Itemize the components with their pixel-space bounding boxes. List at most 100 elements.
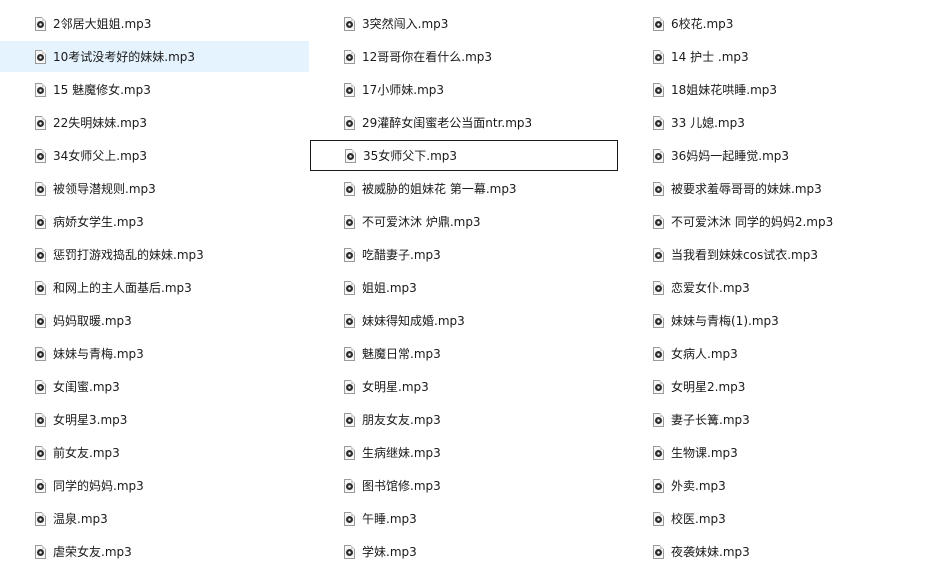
- file-item[interactable]: 温泉.mp3: [0, 503, 309, 534]
- file-name: 妹妹得知成婚.mp3: [362, 313, 465, 328]
- file-item[interactable]: 15 魅魔修女.mp3: [0, 74, 309, 105]
- file-name: 17小师妹.mp3: [362, 82, 445, 97]
- audio-file-icon: [653, 313, 664, 328]
- file-item[interactable]: 不可爱沐沐 同学的妈妈2.mp3: [618, 206, 937, 237]
- file-item[interactable]: 生物课.mp3: [618, 437, 937, 468]
- file-item[interactable]: 外卖.mp3: [618, 470, 937, 501]
- audio-file-icon: [344, 511, 355, 526]
- audio-file-icon: [344, 280, 355, 295]
- audio-file-icon: [344, 346, 355, 361]
- audio-file-icon: [35, 346, 46, 361]
- file-item[interactable]: 图书馆修.mp3: [309, 470, 618, 501]
- audio-file-icon: [35, 511, 46, 526]
- file-name: 夜袭妹妹.mp3: [671, 544, 750, 559]
- file-list: 2邻居大姐姐.mp3 3突然闯入.mp3 6校花.mp3 10考试没考好的妹妹.mp3…: [0, 7, 937, 568]
- file-item[interactable]: 女闺蜜.mp3: [0, 371, 309, 402]
- file-item[interactable]: 不可爱沐沐 炉鼎.mp3: [309, 206, 618, 237]
- file-item[interactable]: 女明星3.mp3: [0, 404, 309, 435]
- file-item[interactable]: 35女师父下.mp3: [310, 140, 618, 171]
- audio-file-icon: [35, 214, 46, 229]
- file-name: 33 儿媳.mp3: [671, 115, 745, 130]
- audio-file-icon: [35, 115, 46, 130]
- file-item[interactable]: 病娇女学生.mp3: [0, 206, 309, 237]
- file-item[interactable]: 女明星2.mp3: [618, 371, 937, 402]
- file-name: 恋爱女仆.mp3: [671, 280, 750, 295]
- file-item[interactable]: 妻子长篝.mp3: [618, 404, 937, 435]
- audio-file-icon: [35, 148, 46, 163]
- file-item[interactable]: 前女友.mp3: [0, 437, 309, 468]
- audio-file-icon: [35, 280, 46, 295]
- file-item[interactable]: 校医.mp3: [618, 503, 937, 534]
- file-name: 10考试没考好的妹妹.mp3: [53, 49, 196, 64]
- file-name: 妹妹与青梅(1).mp3: [671, 313, 779, 328]
- file-item[interactable]: 姐姐.mp3: [309, 272, 618, 303]
- file-name: 惩罚打游戏捣乱的妹妹.mp3: [53, 247, 204, 262]
- file-item[interactable]: 女病人.mp3: [618, 338, 937, 369]
- file-item[interactable]: 恋爱女仆.mp3: [618, 272, 937, 303]
- file-item[interactable]: 10考试没考好的妹妹.mp3: [0, 41, 309, 72]
- file-name: 6校花.mp3: [671, 16, 734, 31]
- audio-file-icon: [35, 247, 46, 262]
- file-item[interactable]: 34女师父上.mp3: [0, 140, 309, 171]
- file-item[interactable]: 女明星.mp3: [309, 371, 618, 402]
- audio-file-icon: [653, 379, 664, 394]
- file-item[interactable]: 当我看到妹妹cos试衣.mp3: [618, 239, 937, 270]
- file-item[interactable]: 魅魔日常.mp3: [309, 338, 618, 369]
- file-item[interactable]: 虐荣女友.mp3: [0, 536, 309, 567]
- file-name: 36妈妈一起睡觉.mp3: [671, 148, 790, 163]
- file-name: 女明星3.mp3: [53, 412, 128, 427]
- file-item[interactable]: 22失明妹妹.mp3: [0, 107, 309, 138]
- file-item[interactable]: 惩罚打游戏捣乱的妹妹.mp3: [0, 239, 309, 270]
- file-name: 朋友女友.mp3: [362, 412, 441, 427]
- file-name: 当我看到妹妹cos试衣.mp3: [671, 247, 818, 262]
- file-item[interactable]: 同学的妈妈.mp3: [0, 470, 309, 501]
- audio-file-icon: [653, 280, 664, 295]
- file-item[interactable]: 生病继妹.mp3: [309, 437, 618, 468]
- audio-file-icon: [344, 247, 355, 262]
- file-name: 病娇女学生.mp3: [53, 214, 144, 229]
- audio-file-icon: [344, 181, 355, 196]
- file-item[interactable]: 午睡.mp3: [309, 503, 618, 534]
- file-name: 女病人.mp3: [671, 346, 738, 361]
- file-name: 妹妹与青梅.mp3: [53, 346, 144, 361]
- file-item[interactable]: 妹妹得知成婚.mp3: [309, 305, 618, 336]
- file-item[interactable]: 和网上的主人面基后.mp3: [0, 272, 309, 303]
- audio-file-icon: [35, 82, 46, 97]
- audio-file-icon: [344, 379, 355, 394]
- file-item[interactable]: 被威胁的姐妹花 第一幕.mp3: [309, 173, 618, 204]
- file-name: 温泉.mp3: [53, 511, 108, 526]
- file-item[interactable]: 3突然闯入.mp3: [309, 8, 618, 39]
- file-item[interactable]: 18姐妹花哄睡.mp3: [618, 74, 937, 105]
- file-name: 图书馆修.mp3: [362, 478, 441, 493]
- file-item[interactable]: 36妈妈一起睡觉.mp3: [618, 140, 937, 171]
- file-item[interactable]: 妈妈取暖.mp3: [0, 305, 309, 336]
- file-name: 同学的妈妈.mp3: [53, 478, 144, 493]
- audio-file-icon: [344, 49, 355, 64]
- file-item[interactable]: 朋友女友.mp3: [309, 404, 618, 435]
- file-item[interactable]: 吃醋妻子.mp3: [309, 239, 618, 270]
- file-item[interactable]: 妹妹与青梅(1).mp3: [618, 305, 937, 336]
- file-item[interactable]: 被要求羞辱哥哥的妹妹.mp3: [618, 173, 937, 204]
- file-item[interactable]: 夜袭妹妹.mp3: [618, 536, 937, 567]
- file-item[interactable]: 被领导潜规则.mp3: [0, 173, 309, 204]
- file-name: 女闺蜜.mp3: [53, 379, 120, 394]
- file-name: 生物课.mp3: [671, 445, 738, 460]
- file-name: 前女友.mp3: [53, 445, 120, 460]
- file-name: 3突然闯入.mp3: [362, 16, 449, 31]
- file-item[interactable]: 33 儿媳.mp3: [618, 107, 937, 138]
- file-item[interactable]: 17小师妹.mp3: [309, 74, 618, 105]
- audio-file-icon: [653, 148, 664, 163]
- file-name: 女明星2.mp3: [671, 379, 746, 394]
- file-item[interactable]: 12哥哥你在看什么.mp3: [309, 41, 618, 72]
- file-item[interactable]: 14 护士 .mp3: [618, 41, 937, 72]
- file-item[interactable]: 妹妹与青梅.mp3: [0, 338, 309, 369]
- audio-file-icon: [344, 313, 355, 328]
- file-item[interactable]: 2邻居大姐姐.mp3: [0, 8, 309, 39]
- file-name: 妻子长篝.mp3: [671, 412, 750, 427]
- audio-file-icon: [344, 412, 355, 427]
- audio-file-icon: [653, 346, 664, 361]
- file-item[interactable]: 6校花.mp3: [618, 8, 937, 39]
- file-item[interactable]: 学妹.mp3: [309, 536, 618, 567]
- file-name: 12哥哥你在看什么.mp3: [362, 49, 493, 64]
- file-item[interactable]: 29灌醉女闺蜜老公当面ntr.mp3: [309, 107, 618, 138]
